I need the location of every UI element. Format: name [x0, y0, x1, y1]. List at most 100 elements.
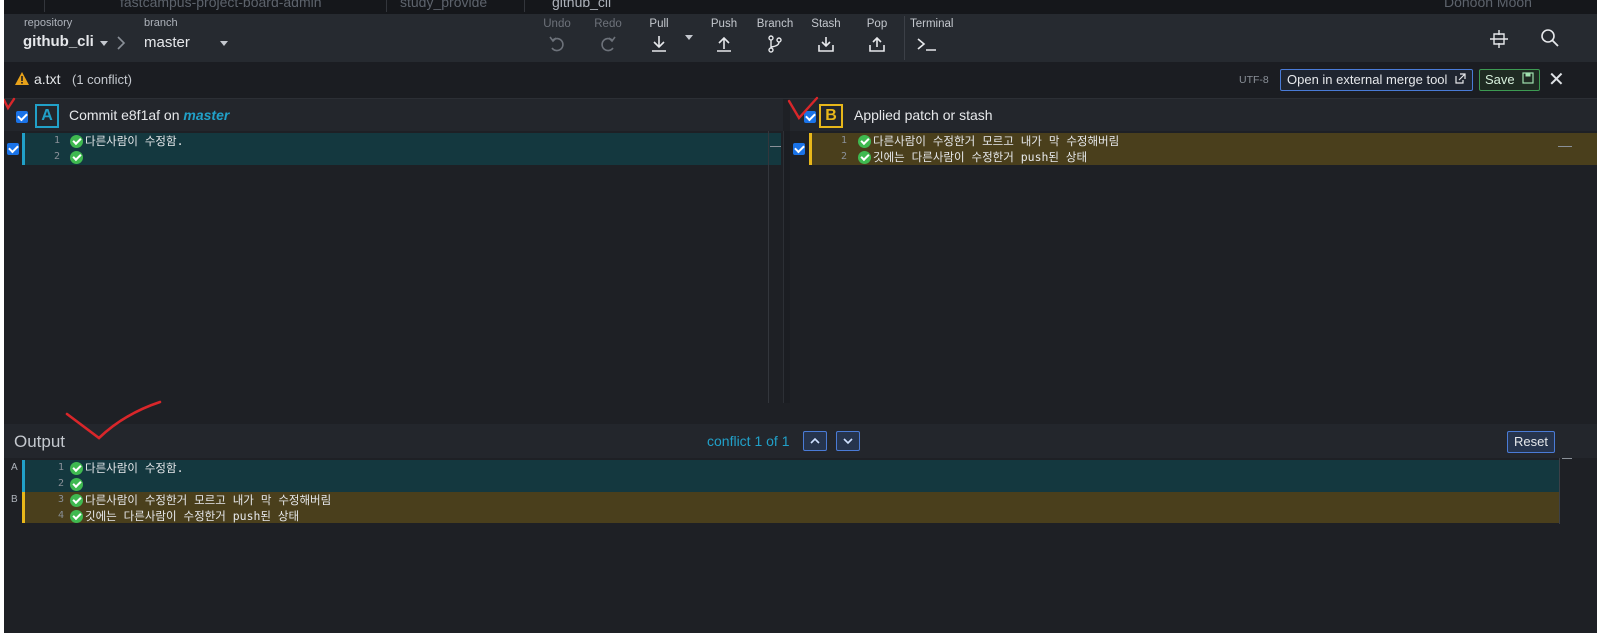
redo-label: Redo: [594, 18, 622, 30]
pane-b-checkbox[interactable]: [804, 111, 816, 123]
pull-button[interactable]: Pull: [637, 16, 681, 60]
stash-icon: [818, 37, 834, 52]
conflict-header: a.txt (1 conflict) UTF-8 Open in externa…: [4, 62, 1597, 99]
previous-conflict-button[interactable]: [803, 431, 827, 451]
terminal-button[interactable]: Terminal: [910, 16, 960, 60]
pane-a-checkbox[interactable]: [16, 111, 28, 123]
repository-selector[interactable]: github_cli: [23, 33, 94, 50]
pop-icon: [869, 36, 885, 52]
accept-line-icon[interactable]: [70, 494, 83, 507]
accept-line-icon[interactable]: [70, 151, 83, 164]
save-icon: [1522, 72, 1534, 84]
branch-selector[interactable]: master: [144, 34, 190, 51]
repository-dropdown-icon[interactable]: [100, 41, 108, 47]
line-text: 다른사람이 수정함.: [85, 461, 184, 475]
line-text: 깃에는 다른사람이 수정한거 push된 상태: [85, 509, 300, 523]
encoding-label: UTF-8: [1239, 74, 1269, 86]
warning-icon: [15, 72, 29, 85]
push-button[interactable]: Push: [702, 16, 746, 60]
accept-line-icon[interactable]: [858, 135, 871, 148]
accept-line-icon[interactable]: [70, 510, 83, 523]
branch-label: branch: [144, 17, 178, 29]
tab-separator: [386, 0, 387, 12]
pop-label: Pop: [866, 18, 888, 30]
output-a-hunk: [25, 460, 1559, 492]
chevron-down-icon: [843, 438, 853, 445]
terminal-label: Terminal: [910, 18, 954, 30]
accept-line-icon[interactable]: [70, 478, 83, 491]
pane-a-branch: master: [183, 107, 230, 123]
pane-b-letter: B: [819, 104, 843, 128]
accept-line-icon[interactable]: [858, 151, 871, 164]
account-name[interactable]: Dohoon Moon: [1444, 0, 1532, 12]
output-marker-b: B: [11, 494, 18, 505]
undo-button[interactable]: Undo: [535, 16, 579, 60]
search-icon[interactable]: [1540, 28, 1560, 48]
pane-b-header: B Applied patch or stash: [790, 99, 1597, 131]
pane-b-hunk-checkbox[interactable]: [793, 143, 805, 155]
output-marker-a: A: [11, 462, 18, 473]
undo-icon: [549, 36, 564, 52]
close-icon[interactable]: ✕: [1548, 67, 1565, 92]
output-scroll-marker: [1562, 458, 1572, 459]
line-text: 다른사람이 수정함.: [85, 134, 184, 148]
branch-label-text: Branch: [756, 18, 794, 30]
accept-line-icon[interactable]: [70, 135, 83, 148]
stash-label: Stash: [811, 18, 841, 30]
open-external-merge-tool-button[interactable]: Open in external merge tool: [1280, 69, 1474, 91]
line-number: 1: [840, 135, 847, 146]
repo-tab-strip: fastcampus-project-board-admin study_pro…: [4, 0, 1597, 14]
line-number: 3: [57, 494, 64, 505]
pane-a-scroll-gutter[interactable]: [768, 131, 769, 403]
tab-github-cli[interactable]: github_cli: [552, 0, 611, 12]
line-number: 2: [57, 478, 64, 489]
output-scroll-gutter[interactable]: [1559, 458, 1560, 524]
open-external-label: Open in external merge tool: [1287, 72, 1448, 87]
line-text: 다른사람이 수정한거 모르고 내가 막 수정해버림: [873, 134, 1120, 148]
pane-b-editor[interactable]: 1 다른사람이 수정한거 모르고 내가 막 수정해버림 2 깃에는 다른사람이 …: [790, 131, 1597, 403]
stash-button[interactable]: Stash: [804, 16, 848, 60]
repository-label: repository: [24, 17, 73, 29]
pane-b-title: Applied patch or stash: [854, 107, 993, 123]
chevron-right-icon: [117, 36, 126, 50]
save-button[interactable]: Save: [1479, 69, 1541, 91]
pane-a-hunk-checkbox[interactable]: [7, 143, 19, 155]
branch-button[interactable]: Branch: [753, 16, 797, 60]
pull-icon: [652, 36, 666, 52]
pane-a-title: Commit e8f1af on master: [69, 107, 229, 123]
output-editor[interactable]: A B 1 다른사람이 수정함. 2 3 다른사람이 수정한거 모르고 내가 막…: [4, 458, 1597, 633]
branch-dropdown-icon[interactable]: [220, 41, 228, 47]
line-number: 1: [57, 462, 64, 473]
conflict-file-name: a.txt: [34, 71, 61, 87]
redo-icon: [601, 36, 616, 52]
tab-separator: [44, 0, 45, 12]
output-title: Output: [14, 432, 66, 451]
pane-a-title-prefix: Commit e8f1af on: [69, 107, 180, 123]
pane-a-letter: A: [35, 104, 59, 128]
pull-label: Pull: [649, 18, 669, 30]
line-text: 깃에는 다른사람이 수정한거 push된 상태: [873, 150, 1088, 164]
next-conflict-button[interactable]: [836, 431, 860, 451]
layout-toggle-icon[interactable]: [1486, 26, 1512, 52]
pop-button[interactable]: Pop: [855, 16, 899, 60]
tab-study-provide[interactable]: study_provide: [400, 0, 487, 12]
main-toolbar: repository github_cli branch master Undo…: [4, 14, 1597, 62]
line-number: 2: [840, 151, 847, 162]
toolbar-divider: [904, 16, 905, 60]
push-label: Push: [710, 18, 738, 30]
save-label: Save: [1485, 72, 1515, 87]
external-link-icon: [1455, 73, 1466, 84]
reset-button[interactable]: Reset: [1507, 431, 1555, 453]
line-number: 2: [53, 151, 60, 162]
redo-button[interactable]: Redo: [586, 16, 630, 60]
accept-line-icon[interactable]: [70, 462, 83, 475]
pull-options-icon[interactable]: [685, 35, 693, 41]
undo-label: Undo: [543, 18, 571, 30]
line-number: 4: [57, 510, 64, 521]
tab-fastcampus[interactable]: fastcampus-project-board-admin: [120, 0, 322, 12]
conflict-count: (1 conflict): [72, 72, 132, 87]
pane-a-editor[interactable]: 1 다른사람이 수정함. 2: [4, 131, 783, 403]
pane-a-scroll-marker: [770, 146, 781, 147]
line-text: 다른사람이 수정한거 모르고 내가 막 수정해버림: [85, 493, 332, 507]
output-header: Output conflict 1 of 1 Reset: [4, 424, 1597, 458]
